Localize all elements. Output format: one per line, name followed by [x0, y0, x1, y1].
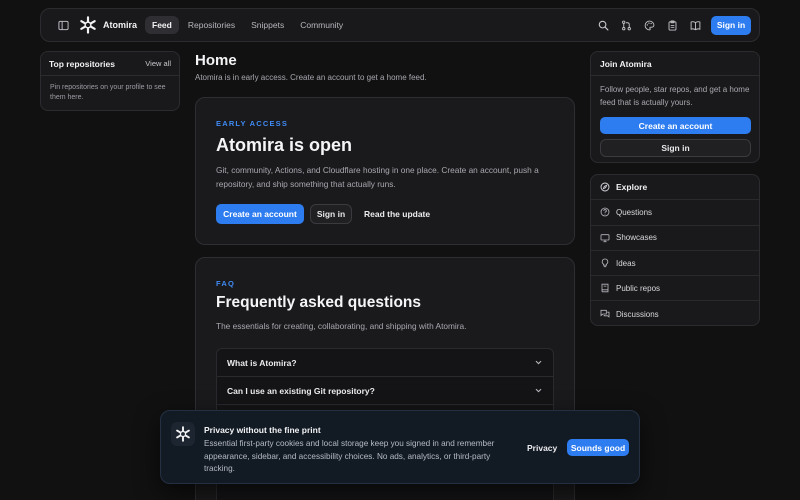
cookie-title: Privacy without the fine print [204, 425, 321, 435]
explore-item-label: Showcases [616, 233, 657, 243]
page-title: Home [195, 52, 237, 69]
top-repositories-title: Top repositories [49, 58, 115, 69]
chevron-down-icon [535, 360, 542, 365]
atomira-logo-icon [80, 16, 96, 34]
book-open-icon[interactable] [685, 15, 705, 35]
explore-title: Explore [616, 182, 648, 193]
explore-item-label: Questions [616, 207, 653, 217]
compass-icon [600, 182, 610, 192]
lightbulb-icon [601, 258, 609, 268]
join-signin-button[interactable]: Sign in [600, 139, 751, 157]
brand-name: Atomira [103, 20, 138, 30]
question-icon [600, 208, 610, 217]
early-access-card: EARLY ACCESS Atomira is open Git, commun… [195, 97, 575, 245]
palette-icon[interactable] [639, 15, 659, 35]
main-nav: Feed Repositories Snippets Community [145, 16, 352, 34]
nav-community[interactable]: Community [293, 16, 350, 34]
view-all-link[interactable]: View all [145, 59, 171, 68]
monitor-icon [600, 233, 610, 242]
cookie-body: Essential first-party cookies and local … [204, 439, 495, 473]
top-repositories-empty-text: Pin repositories on your profile to see … [50, 84, 166, 101]
explore-item-questions[interactable]: Questions [591, 200, 759, 226]
hero-text: Git, community, Actions, and Cloudflare … [216, 165, 539, 189]
atomira-logo-icon [176, 426, 190, 442]
early-access-eyebrow: EARLY ACCESS [216, 119, 289, 128]
top-navigation-bar: Atomira Feed Repositories Snippets Commu… [40, 8, 760, 42]
cookie-logo [171, 422, 195, 446]
chat-icon [600, 310, 610, 318]
clipboard-icon[interactable] [662, 15, 682, 35]
nav-repositories[interactable]: Repositories [181, 16, 242, 34]
sidebar-toggle-icon[interactable] [53, 15, 73, 35]
cookie-banner: Privacy without the fine print Essential… [160, 410, 640, 484]
join-title: Join Atomira [591, 52, 759, 76]
faq-question: Can I use an existing Git repository? [227, 385, 375, 396]
page-subtitle: Atomira is in early access. Create an ac… [195, 73, 427, 82]
explore-card: Explore Questions Showcases Ideas Public… [590, 174, 760, 326]
join-card: Join Atomira Follow people, star repos, … [590, 51, 760, 163]
hero-signin-button[interactable]: Sign in [310, 204, 352, 224]
explore-item-public-repos[interactable]: Public repos [591, 276, 759, 302]
explore-item-label: Public repos [616, 283, 661, 293]
join-create-account-button[interactable]: Create an account [600, 117, 751, 134]
explore-item-discussions[interactable]: Discussions [591, 301, 759, 325]
faq-item[interactable]: What is Atomira? [216, 348, 554, 376]
faq-title: Frequently asked questions [216, 294, 421, 311]
explore-item-label: Ideas [616, 258, 636, 268]
faq-question: What is Atomira? [227, 357, 297, 368]
hero-title: Atomira is open [216, 135, 353, 155]
faq-item[interactable]: Can I use an existing Git repository? [216, 376, 554, 404]
pull-request-icon[interactable] [616, 15, 636, 35]
faq-eyebrow: FAQ [216, 279, 236, 288]
topbar-signin-button[interactable]: Sign in [711, 15, 751, 35]
chevron-down-icon [535, 388, 542, 393]
explore-item-showcases[interactable]: Showcases [591, 226, 759, 251]
brand[interactable]: Atomira [79, 16, 137, 34]
join-text: Follow people, star repos, and get a hom… [600, 85, 750, 107]
nav-snippets[interactable]: Snippets [244, 16, 291, 34]
nav-feed[interactable]: Feed [145, 16, 179, 34]
cookie-accept-button[interactable]: Sounds good [567, 439, 629, 456]
top-repositories-card: Top repositories View all Pin repositori… [40, 51, 180, 111]
search-icon[interactable] [593, 15, 613, 35]
explore-item-ideas[interactable]: Ideas [591, 251, 759, 277]
explore-header[interactable]: Explore [591, 175, 759, 201]
faq-text: The essentials for creating, collaborati… [216, 321, 467, 331]
explore-item-label: Discussions [616, 309, 659, 319]
hero-create-account-button[interactable]: Create an account [216, 204, 304, 224]
book-icon [601, 284, 609, 293]
cookie-privacy-link[interactable]: Privacy [527, 443, 557, 453]
read-update-link[interactable]: Read the update [364, 209, 430, 219]
